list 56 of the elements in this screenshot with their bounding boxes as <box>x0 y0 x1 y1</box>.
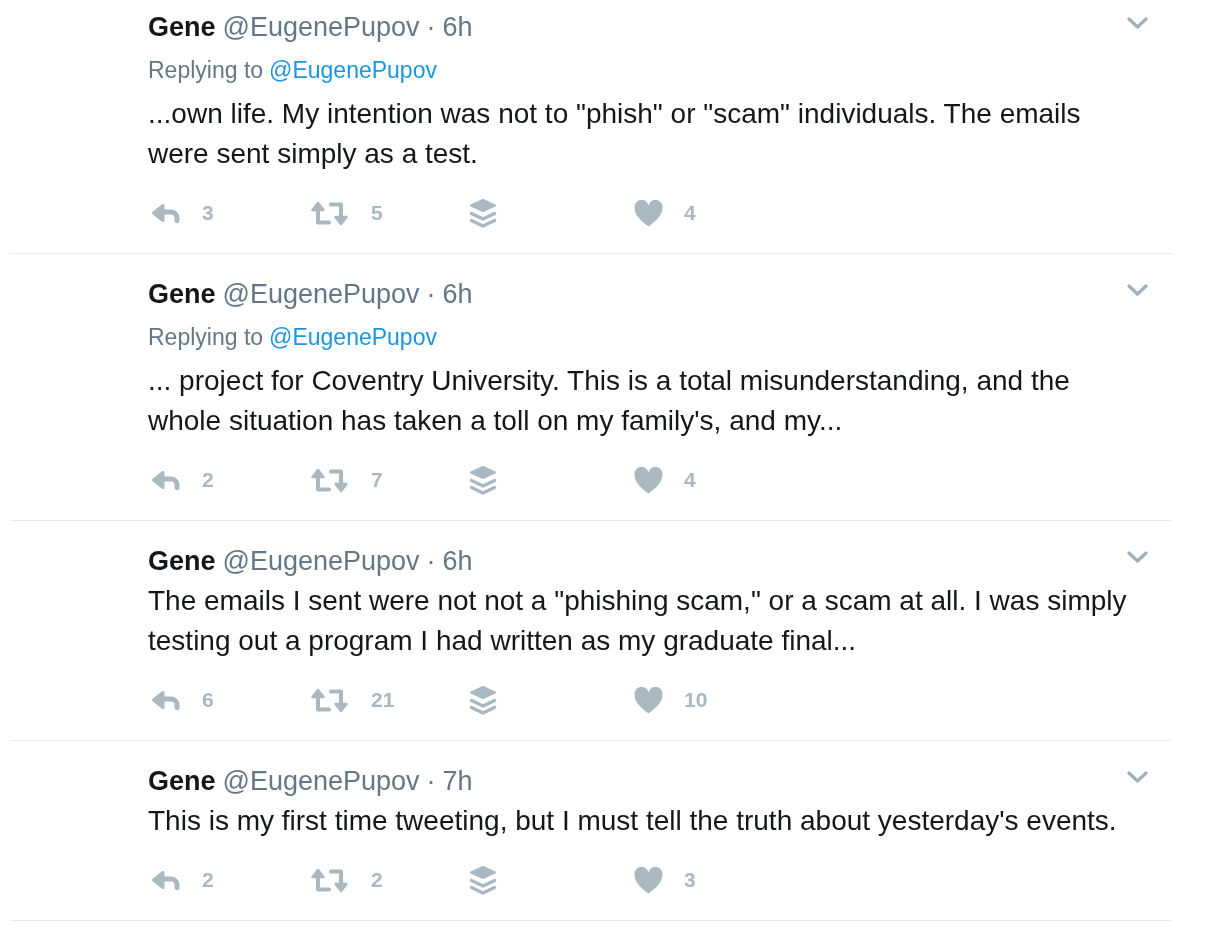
separator-dot: · <box>426 545 436 577</box>
retweet-icon <box>310 867 350 893</box>
retweet-icon <box>310 687 350 713</box>
layers-icon[interactable] <box>469 865 497 895</box>
user-handle[interactable]: @EugenePupov <box>222 278 420 310</box>
author-name[interactable]: Gene <box>148 11 216 43</box>
author-name[interactable]: Gene <box>148 545 216 577</box>
reply-icon <box>151 869 181 891</box>
retweet-button[interactable]: 21 <box>310 687 395 713</box>
replying-label: Replying to <box>148 56 264 84</box>
tweet-text: ... project for Coventry University. This is a total misunderstanding, and the whole situation has taken a toll on my family's, and my... <box>148 364 1071 438</box>
retweet-icon <box>310 467 350 493</box>
retweet-button[interactable]: 7 <box>310 467 383 493</box>
like-button[interactable]: 10 <box>634 686 708 714</box>
reply-icon <box>151 469 181 491</box>
mention-link[interactable]: @EugenePupov <box>269 56 437 84</box>
reply-button[interactable]: 3 <box>151 201 214 225</box>
like-button[interactable]: 4 <box>634 199 696 227</box>
author-name[interactable]: Gene <box>148 765 216 797</box>
timestamp-link[interactable]: 6h <box>442 278 473 310</box>
layers-icon[interactable] <box>469 465 497 495</box>
replying-label: Replying to <box>148 323 264 351</box>
separator-dot: · <box>426 278 436 310</box>
mention-link[interactable]: @EugenePupov <box>269 323 437 351</box>
reply-button[interactable]: 2 <box>151 468 214 492</box>
separator-dot: · <box>426 765 436 797</box>
layers-icon[interactable] <box>469 198 497 228</box>
reply-icon <box>151 689 181 711</box>
timestamp-link[interactable]: 7h <box>442 765 473 797</box>
reply-button[interactable]: 2 <box>151 868 214 892</box>
timestamp-link[interactable]: 6h <box>442 545 473 577</box>
timestamp-link[interactable]: 6h <box>442 11 473 43</box>
heart-icon <box>634 466 663 494</box>
user-handle[interactable]: @EugenePupov <box>222 545 420 577</box>
chevron-down-icon[interactable] <box>1127 284 1148 296</box>
tweet-text: The emails I sent were not not a "phishing scam," or a scam at all. I was simply testing out a program I had written as my graduate final... <box>148 584 1128 658</box>
user-handle[interactable]: @EugenePupov <box>222 11 420 43</box>
chevron-down-icon[interactable] <box>1127 551 1148 563</box>
reply-icon <box>151 202 181 224</box>
user-handle[interactable]: @EugenePupov <box>222 765 420 797</box>
retweet-button[interactable]: 5 <box>310 200 383 226</box>
reply-button[interactable]: 6 <box>151 688 214 712</box>
layers-icon[interactable] <box>469 685 497 715</box>
heart-icon <box>634 199 663 227</box>
chevron-down-icon[interactable] <box>1127 17 1148 29</box>
separator-dot: · <box>426 11 436 43</box>
retweet-button[interactable]: 2 <box>310 867 383 893</box>
tweet-text: ...own life. My intention was not to "phish" or "scam" individuals. The emails were sent simply as a test. <box>148 97 1082 171</box>
like-button[interactable]: 4 <box>634 466 696 494</box>
heart-icon <box>634 686 663 714</box>
chevron-down-icon[interactable] <box>1127 771 1148 783</box>
retweet-icon <box>310 200 350 226</box>
author-name[interactable]: Gene <box>148 278 216 310</box>
heart-icon <box>634 866 663 894</box>
tweet-text: This is my first time tweeting, but I must tell the truth about yesterday's events. <box>148 804 1118 838</box>
like-button[interactable]: 3 <box>634 866 696 894</box>
